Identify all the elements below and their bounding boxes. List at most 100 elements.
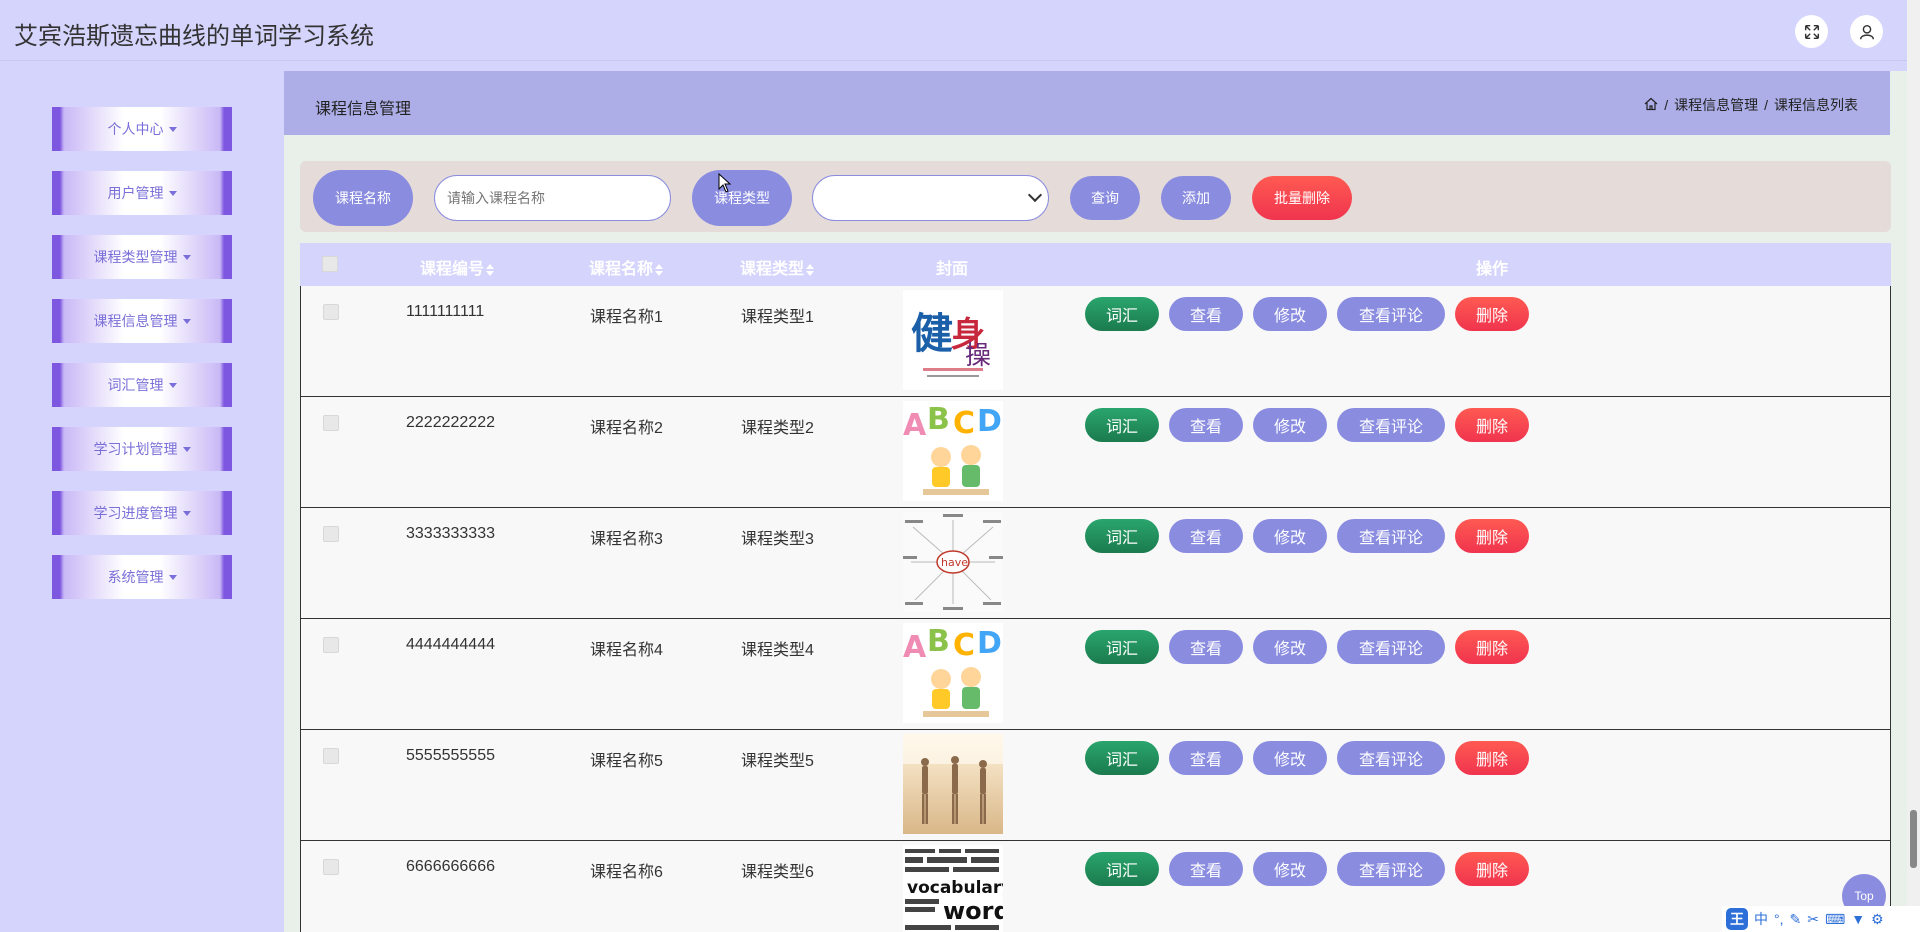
view-comments-button[interactable]: 查看评论 (1337, 741, 1445, 775)
view-button[interactable]: 查看 (1169, 297, 1243, 331)
delete-button[interactable]: 删除 (1455, 297, 1529, 331)
sidebar-item-label: 学习计划管理 (93, 441, 178, 457)
svg-text:have: have (941, 556, 968, 569)
sidebar-item-label: 学习进度管理 (93, 505, 178, 521)
sidebar-item-study-progress[interactable]: 学习进度管理 (52, 491, 232, 535)
header-course-name[interactable]: 课程名称 (589, 255, 664, 279)
edit-button[interactable]: 修改 (1253, 852, 1327, 886)
edit-button[interactable]: 修改 (1253, 519, 1327, 553)
svg-text:D: D (977, 626, 1002, 661)
chevron-down-icon (168, 126, 177, 132)
course-type: 课程类型1 (741, 309, 814, 326)
edit-button[interactable]: 修改 (1253, 741, 1327, 775)
vocab-button[interactable]: 词汇 (1085, 408, 1159, 442)
abcd-kids-image: ABCD (903, 401, 1003, 501)
fitness-poster-image: 健身操 (903, 290, 1003, 390)
vocab-button[interactable]: 词汇 (1085, 852, 1159, 886)
header-label: 课程编号 (420, 261, 485, 278)
scrollbar-thumb[interactable] (1910, 810, 1917, 868)
course-code: 3333333333 (406, 525, 495, 542)
view-comments-button[interactable]: 查看评论 (1337, 630, 1445, 664)
sidebar-item-label: 用户管理 (107, 185, 164, 201)
edit-button[interactable]: 修改 (1253, 408, 1327, 442)
sort-icon[interactable] (486, 263, 495, 276)
course-name-input[interactable] (434, 175, 671, 221)
svg-text:D: D (977, 404, 1002, 439)
svg-text:健: 健 (911, 309, 953, 358)
sort-icon[interactable] (806, 263, 815, 276)
view-button[interactable]: 查看 (1169, 630, 1243, 664)
sidebar-item-personal-center[interactable]: 个人中心 (52, 107, 232, 151)
select-all-checkbox[interactable] (322, 256, 338, 272)
vocab-button[interactable]: 词汇 (1085, 741, 1159, 775)
edit-button[interactable]: 修改 (1253, 297, 1327, 331)
vocab-button[interactable]: 词汇 (1085, 630, 1159, 664)
breadcrumb-item: 课程信息列表 (1774, 97, 1858, 113)
sort-icon[interactable] (655, 263, 664, 276)
header-course-code[interactable]: 课程编号 (420, 255, 495, 279)
row-checkbox[interactable] (323, 859, 339, 875)
delete-button[interactable]: 删除 (1455, 852, 1529, 886)
delete-button[interactable]: 删除 (1455, 741, 1529, 775)
view-comments-button[interactable]: 查看评论 (1337, 852, 1445, 886)
vocab-button[interactable]: 词汇 (1085, 519, 1159, 553)
breadcrumb-separator: / (1664, 97, 1669, 113)
svg-text:A: A (903, 630, 927, 665)
row-checkbox[interactable] (323, 748, 339, 764)
query-button[interactable]: 查询 (1070, 176, 1140, 220)
row-checkbox[interactable] (323, 304, 339, 320)
add-button[interactable]: 添加 (1161, 176, 1231, 220)
view-button[interactable]: 查看 (1169, 519, 1243, 553)
svg-text:操: 操 (965, 341, 991, 371)
table-row: 1111111111 课程名称1 课程类型1 健身操 词汇 查看 修改 查看评论… (300, 286, 1891, 397)
ime-mode[interactable]: 中 (1754, 909, 1768, 929)
row-checkbox[interactable] (323, 415, 339, 431)
shirt-icon[interactable]: ▼ (1851, 911, 1865, 927)
sidebar-item-label: 系统管理 (107, 569, 164, 585)
scissors-icon[interactable]: ✂ (1807, 911, 1819, 928)
scrollbar[interactable] (1907, 0, 1920, 932)
sidebar-item-system[interactable]: 系统管理 (52, 555, 232, 599)
breadcrumb-separator: / (1764, 97, 1768, 113)
view-button[interactable]: 查看 (1169, 741, 1243, 775)
svg-text:C: C (953, 406, 975, 441)
course-type: 课程类型6 (741, 864, 814, 881)
row-checkbox[interactable] (323, 637, 339, 653)
course-name: 课程名称1 (590, 309, 663, 326)
sidebar-item-course-info[interactable]: 课程信息管理 (52, 299, 232, 343)
sidebar-item-users[interactable]: 用户管理 (52, 171, 232, 215)
view-button[interactable]: 查看 (1169, 408, 1243, 442)
view-button[interactable]: 查看 (1169, 852, 1243, 886)
sidebar-item-study-plans[interactable]: 学习计划管理 (52, 427, 232, 471)
delete-button[interactable]: 删除 (1455, 408, 1529, 442)
edit-button[interactable]: 修改 (1253, 630, 1327, 664)
course-code: 2222222222 (406, 414, 495, 431)
batch-delete-button[interactable]: 批量删除 (1252, 176, 1352, 220)
fullscreen-icon[interactable] (1795, 15, 1828, 48)
gear-icon[interactable]: ⚙ (1871, 911, 1884, 928)
row-checkbox[interactable] (323, 526, 339, 542)
view-comments-button[interactable]: 查看评论 (1337, 408, 1445, 442)
app-title: 艾宾浩斯遗忘曲线的单词学习系统 (14, 22, 374, 50)
delete-button[interactable]: 删除 (1455, 519, 1529, 553)
view-comments-button[interactable]: 查看评论 (1337, 519, 1445, 553)
delete-button[interactable]: 删除 (1455, 630, 1529, 664)
course-type-select[interactable] (812, 175, 1049, 221)
keyboard-icon[interactable]: ⌨ (1825, 911, 1845, 928)
course-name: 课程名称3 (590, 531, 663, 548)
header-course-type[interactable]: 课程类型 (740, 255, 815, 279)
course-type: 课程类型4 (741, 642, 814, 659)
user-icon[interactable] (1850, 15, 1883, 48)
pen-icon[interactable]: ✎ (1790, 911, 1802, 928)
course-name: 课程名称6 (590, 864, 663, 881)
vocab-button[interactable]: 词汇 (1085, 297, 1159, 331)
breadcrumb-item[interactable]: 课程信息管理 (1674, 95, 1758, 115)
ime-logo-icon[interactable]: 王 (1726, 908, 1748, 930)
view-comments-button[interactable]: 查看评论 (1337, 297, 1445, 331)
sidebar-item-course-types[interactable]: 课程类型管理 (52, 235, 232, 279)
home-icon[interactable] (1644, 97, 1658, 114)
punctuation-icon[interactable]: °, (1774, 911, 1784, 927)
table-header: 课程编号 课程名称 课程类型 封面 操作 (300, 243, 1891, 286)
sidebar-item-vocabulary[interactable]: 词汇管理 (52, 363, 232, 407)
course-name: 课程名称5 (590, 753, 663, 770)
